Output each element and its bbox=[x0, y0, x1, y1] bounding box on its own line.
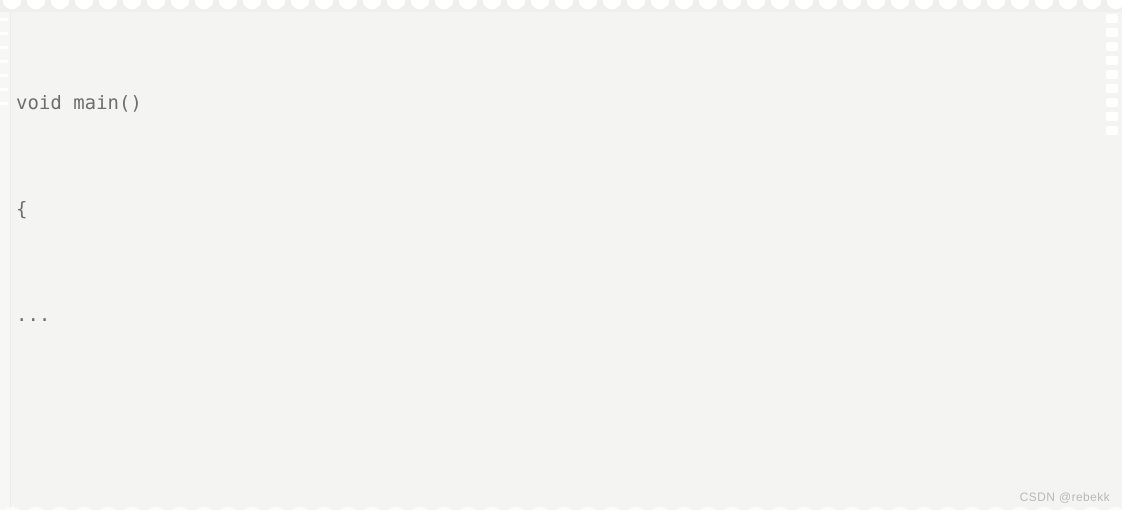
scalloped-bottom-edge-decoration bbox=[0, 504, 1122, 510]
csdn-watermark: CSDN @rebekk bbox=[1019, 490, 1110, 504]
code-line-3: ... bbox=[16, 302, 1116, 329]
token-plain: { bbox=[16, 197, 28, 220]
code-line-2: { bbox=[16, 196, 1116, 223]
left-margin-strip bbox=[0, 0, 11, 510]
token-plain: void main() bbox=[16, 91, 142, 114]
token-plain: ... bbox=[16, 303, 51, 326]
code-block: void main() { ... //Read aocx file into … bbox=[16, 10, 1116, 510]
code-line-blank-1 bbox=[16, 408, 1116, 435]
code-snippet-screenshot: void main() { ... //Read aocx file into … bbox=[0, 0, 1122, 510]
code-line-1: void main() bbox=[16, 90, 1116, 117]
scalloped-top-edge-decoration bbox=[0, 0, 1122, 12]
right-edge-tick-marks bbox=[1106, 14, 1118, 140]
